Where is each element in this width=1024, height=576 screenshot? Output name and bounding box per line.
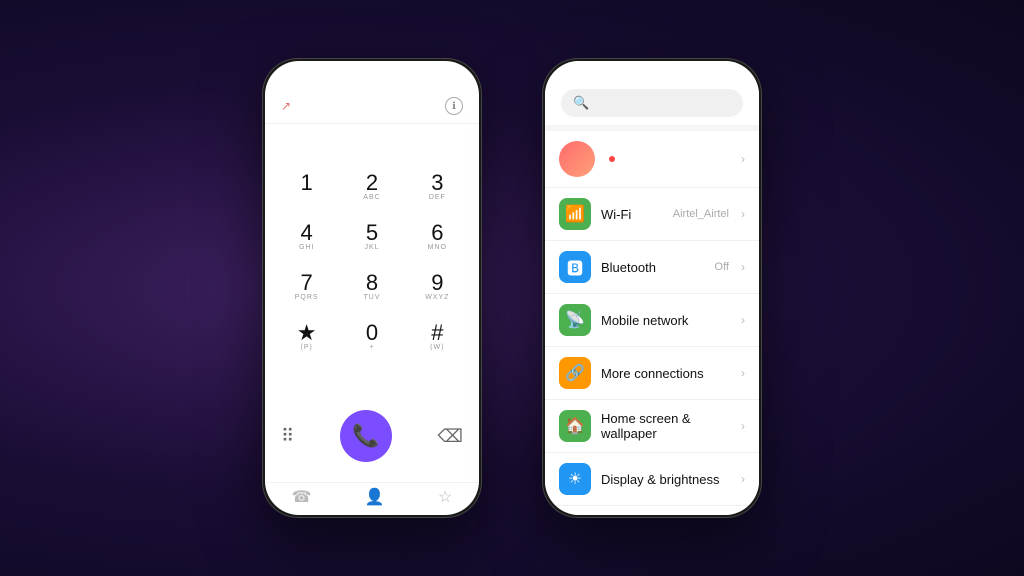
recent-call-item[interactable]: ↗ ℹ: [265, 89, 479, 124]
profile-item[interactable]: ›: [545, 131, 759, 188]
connections-icon: 🔗: [559, 357, 591, 389]
dialpad-grid: 1 2 ABC 3 DEF 4 GHI 5 JKL 6 MNO 7 PQRS 8…: [275, 164, 469, 362]
dial-key-7[interactable]: 7 PQRS: [275, 264, 338, 312]
settings-item-display[interactable]: ☀ Display & brightness ›: [545, 453, 759, 506]
backspace-icon[interactable]: ⌫: [438, 426, 463, 447]
profile-info: [605, 156, 731, 162]
display-chevron-icon: ›: [741, 472, 745, 486]
bluetooth-name: Bluetooth: [601, 260, 705, 275]
nav-phone-icon[interactable]: ☎: [292, 487, 312, 507]
dial-key-1[interactable]: 1: [275, 164, 338, 212]
call-info-left: ↗: [281, 99, 297, 113]
settings-header: 🔍: [545, 61, 759, 125]
dial-key-3[interactable]: 3 DEF: [406, 164, 469, 212]
bluetooth-value: Off: [715, 261, 729, 273]
dial-key-5[interactable]: 5 JKL: [340, 214, 403, 262]
settings-item-mobile[interactable]: 📡 Mobile network ›: [545, 294, 759, 347]
mobile-name: Mobile network: [601, 313, 731, 328]
call-info-right: ℹ: [439, 97, 463, 115]
homescreen-chevron-icon: ›: [741, 419, 745, 433]
wifi-chevron-icon: ›: [741, 207, 745, 221]
homescreen-icon: 🏠: [559, 410, 591, 442]
bluetooth-icon: 🅱: [559, 251, 591, 283]
settings-item-bluetooth[interactable]: 🅱 Bluetooth Off ›: [545, 241, 759, 294]
wifi-icon: 📶: [559, 198, 591, 230]
dial-key-8[interactable]: 8 TUV: [340, 264, 403, 312]
settings-item-wifi[interactable]: 📶 Wi-Fi Airtel_Airtel ›: [545, 188, 759, 241]
wifi-value: Airtel_Airtel: [673, 208, 729, 220]
phone-app: ↗ ℹ 1 2 ABC 3 DEF: [265, 61, 479, 515]
bluetooth-chevron-icon: ›: [741, 260, 745, 274]
display-icon: ☀: [559, 463, 591, 495]
display-content: Display & brightness: [601, 472, 731, 487]
phone-nav-bar: ☎ 👤 ☆: [265, 482, 479, 515]
dial-key-0[interactable]: 0 +: [340, 314, 403, 362]
dialpad: 1 2 ABC 3 DEF 4 GHI 5 JKL 6 MNO 7 PQRS 8…: [265, 124, 479, 402]
connections-chevron-icon: ›: [741, 366, 745, 380]
grid-icon[interactable]: ⠿: [281, 426, 294, 447]
profile-avatar: [559, 141, 595, 177]
phone-screen: ↗ ℹ 1 2 ABC 3 DEF: [265, 61, 479, 515]
phone-header: [265, 61, 479, 89]
dial-key-#[interactable]: # (W): [406, 314, 469, 362]
settings-device: 🔍 ›: [542, 58, 762, 518]
info-button[interactable]: ℹ: [445, 97, 463, 115]
phone-device: ↗ ℹ 1 2 ABC 3 DEF: [262, 58, 482, 518]
settings-screen: 🔍 ›: [545, 61, 759, 515]
settings-app: 🔍 ›: [545, 61, 759, 515]
notification-dot: [609, 156, 615, 162]
display-name: Display & brightness: [601, 472, 731, 487]
settings-item-sounds[interactable]: 🔊 Sounds & vibration ›: [545, 506, 759, 515]
settings-item-homescreen[interactable]: 🏠 Home screen & wallpaper ›: [545, 400, 759, 453]
dial-key-9[interactable]: 9 WXYZ: [406, 264, 469, 312]
settings-list: › 📶 Wi-Fi Airtel_Airtel › 🅱 Bluetooth Of…: [545, 131, 759, 515]
profile-chevron-icon: ›: [741, 152, 745, 166]
dial-key-2[interactable]: 2 ABC: [340, 164, 403, 212]
dial-key-6[interactable]: 6 MNO: [406, 214, 469, 262]
homescreen-name: Home screen & wallpaper: [601, 411, 731, 441]
wifi-content: Wi-Fi: [601, 207, 663, 222]
profile-name: [605, 156, 731, 162]
settings-items-list: 📶 Wi-Fi Airtel_Airtel › 🅱 Bluetooth Off …: [545, 188, 759, 515]
mobile-content: Mobile network: [601, 313, 731, 328]
search-icon: 🔍: [573, 95, 589, 111]
dial-key-★[interactable]: ★ (P): [275, 314, 338, 362]
settings-item-connections[interactable]: 🔗 More connections ›: [545, 347, 759, 400]
connections-name: More connections: [601, 366, 731, 381]
mobile-icon: 📡: [559, 304, 591, 336]
homescreen-content: Home screen & wallpaper: [601, 411, 731, 441]
missed-call-icon: ↗: [281, 99, 291, 113]
connections-content: More connections: [601, 366, 731, 381]
phone-bottom-bar: ⠿ 📞 ⌫: [265, 402, 479, 482]
dial-key-4[interactable]: 4 GHI: [275, 214, 338, 262]
call-button[interactable]: 📞: [340, 410, 392, 462]
mobile-chevron-icon: ›: [741, 313, 745, 327]
nav-contacts-icon[interactable]: 👤: [365, 487, 385, 507]
search-bar[interactable]: 🔍: [561, 89, 743, 117]
nav-favorites-icon[interactable]: ☆: [438, 487, 452, 507]
bluetooth-content: Bluetooth: [601, 260, 705, 275]
wifi-name: Wi-Fi: [601, 207, 663, 222]
